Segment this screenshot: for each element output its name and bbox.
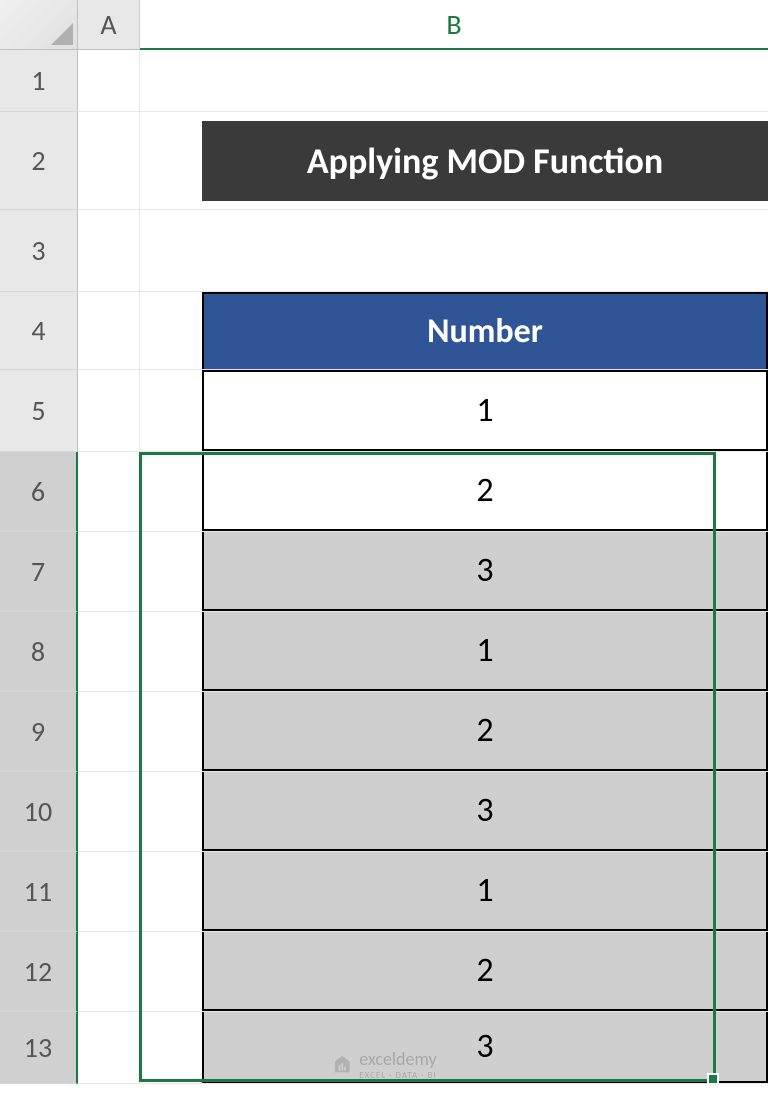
cell-a3[interactable] — [78, 210, 140, 292]
cell-a4[interactable] — [78, 292, 140, 370]
table-row: 3 — [202, 1012, 768, 1083]
column-header-b[interactable]: B — [140, 0, 768, 50]
watermark: exceldemy EXCEL · DATA · BI — [331, 1048, 436, 1081]
row-header-2[interactable]: 2 — [0, 112, 78, 210]
table-row: 1 — [202, 612, 768, 691]
row-header-13[interactable]: 13 — [0, 1012, 78, 1084]
watermark-icon — [331, 1054, 353, 1076]
cell-b1[interactable] — [140, 50, 768, 112]
table-row: 2 — [202, 452, 768, 531]
watermark-brand: exceldemy — [359, 1048, 436, 1070]
cell-b13[interactable]: 3 — [140, 1012, 768, 1084]
row-header-9[interactable]: 9 — [0, 692, 78, 772]
table-row: 1 — [202, 370, 768, 451]
cell-a9[interactable] — [78, 692, 140, 772]
row-header-6[interactable]: 6 — [0, 452, 78, 532]
cell-b3[interactable] — [140, 210, 768, 292]
cell-a6[interactable] — [78, 452, 140, 532]
spreadsheet-grid: AB12 Applying MOD Function 34 Number 5 1… — [0, 0, 768, 1084]
cell-b7[interactable]: 3 — [140, 532, 768, 612]
cell-b8[interactable]: 1 — [140, 612, 768, 692]
cell-b5[interactable]: 1 — [140, 370, 768, 452]
row-header-12[interactable]: 12 — [0, 932, 78, 1012]
column-header-a-cell[interactable]: A — [78, 0, 140, 50]
cell-b6[interactable]: 2 — [140, 452, 768, 532]
cell-b10[interactable]: 3 — [140, 772, 768, 852]
title-box: Applying MOD Function — [202, 121, 768, 201]
cell-a8[interactable] — [78, 612, 140, 692]
cell-a10[interactable] — [78, 772, 140, 852]
row-header-4[interactable]: 4 — [0, 292, 78, 370]
row-header-11[interactable]: 11 — [0, 852, 78, 932]
cell-a13[interactable] — [78, 1012, 140, 1084]
row-header-5[interactable]: 5 — [0, 370, 78, 452]
row-header-8[interactable]: 8 — [0, 612, 78, 692]
cell-b12[interactable]: 2 — [140, 932, 768, 1012]
cell-a5[interactable] — [78, 370, 140, 452]
table-row: 2 — [202, 932, 768, 1011]
row-header-1[interactable]: 1 — [0, 50, 78, 112]
cell-a2[interactable] — [78, 112, 140, 210]
cell-b2[interactable]: Applying MOD Function — [140, 112, 768, 210]
cell-b4[interactable]: Number — [140, 292, 768, 370]
table-row: 1 — [202, 852, 768, 931]
cell-a1[interactable] — [78, 50, 140, 112]
row-header-10[interactable]: 10 — [0, 772, 78, 852]
table-row: 3 — [202, 772, 768, 851]
row-header-7[interactable]: 7 — [0, 532, 78, 612]
table-row: 3 — [202, 532, 768, 611]
table-header: Number — [202, 292, 768, 369]
watermark-tagline: EXCEL · DATA · BI — [359, 1070, 436, 1081]
row-header-3[interactable]: 3 — [0, 210, 78, 292]
cell-b11[interactable]: 1 — [140, 852, 768, 932]
select-all-corner[interactable] — [0, 0, 78, 50]
table-row: 2 — [202, 692, 768, 771]
cell-a12[interactable] — [78, 932, 140, 1012]
cell-b9[interactable]: 2 — [140, 692, 768, 772]
cell-a7[interactable] — [78, 532, 140, 612]
cell-a11[interactable] — [78, 852, 140, 932]
